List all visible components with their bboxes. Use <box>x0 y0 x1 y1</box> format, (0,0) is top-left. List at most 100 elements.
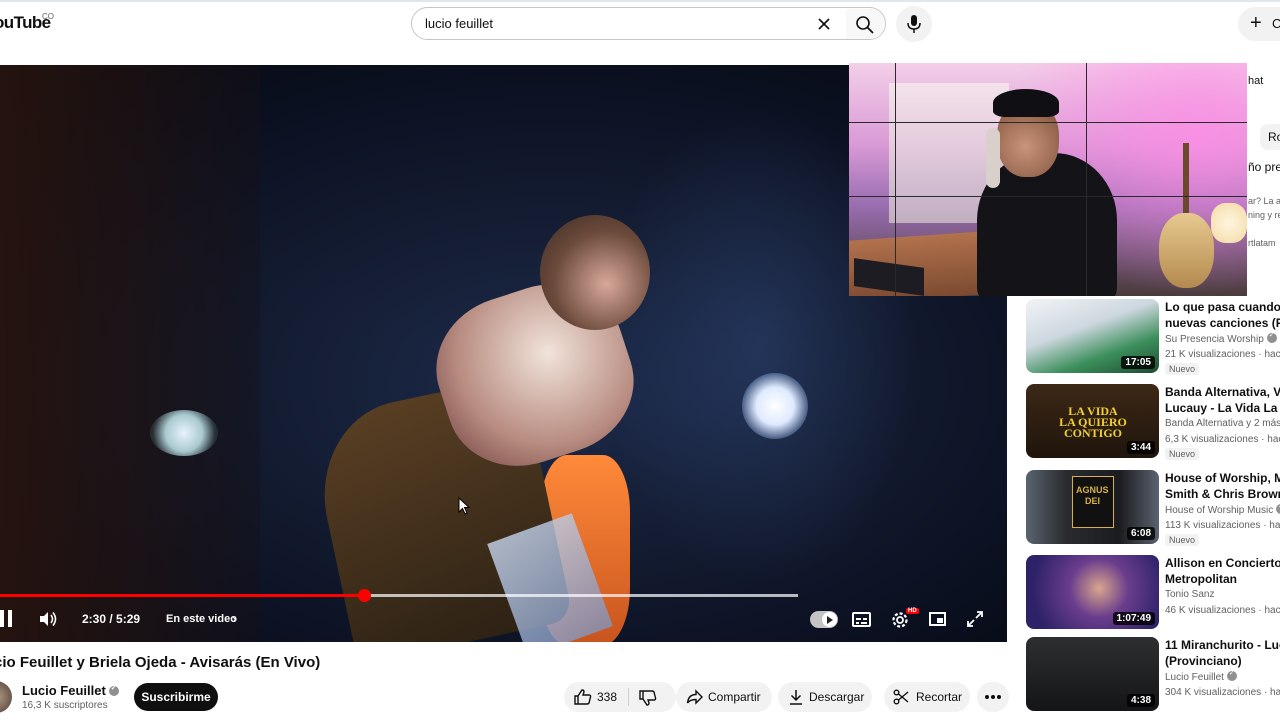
download-button[interactable]: Descargar <box>778 682 872 712</box>
miniplayer-button[interactable] <box>929 612 946 626</box>
chevron-right-icon: › <box>232 611 237 626</box>
new-badge: Nuevo <box>1165 363 1200 375</box>
video-duration: 6:08 <box>1126 527 1155 540</box>
autoplay-toggle[interactable] <box>810 611 838 628</box>
miniplayer-icon <box>937 618 943 623</box>
verified-icon <box>1266 331 1277 343</box>
video-duration: 4:38 <box>1126 694 1155 707</box>
recommendation-item[interactable]: 1:07:49 Allison en Concierto enMetropoli… <box>1026 555 1280 631</box>
webcam-guitar <box>1159 213 1214 288</box>
fullscreen-icon <box>967 611 983 627</box>
recommendation-thumbnail[interactable]: 17:05 <box>1026 299 1159 373</box>
recommendation-thumbnail[interactable]: 1:07:49 <box>1026 555 1159 629</box>
channel-name[interactable]: Lucio Feuillet <box>22 683 119 698</box>
clip-button[interactable]: Recortar <box>884 682 970 712</box>
webcam-guitar-neck <box>1183 143 1189 223</box>
recommendation-channel[interactable]: Lucio Feuillet <box>1165 669 1237 683</box>
share-button[interactable]: Compartir <box>676 682 772 712</box>
recommendation-thumbnail[interactable]: LA VIDA LA QUIERO CONTIGO 3:44 <box>1026 384 1159 458</box>
stage-spotlight-right <box>742 373 808 439</box>
stage-curtain <box>0 65 260 642</box>
recommendation-item[interactable]: AGNUS DEI 6:08 House of Worship, MichSmi… <box>1026 470 1280 546</box>
search-input[interactable]: lucio feuillet <box>425 16 493 31</box>
recommendation-channel[interactable]: Banda Alternativa y 2 más <box>1165 418 1280 429</box>
pause-button[interactable] <box>0 610 14 628</box>
plus-icon: + <box>1250 12 1262 34</box>
search-icon <box>856 16 874 34</box>
webcam-grid-line <box>849 196 1247 197</box>
recommendation-title[interactable]: Lo que pasa cuando granuevas canciones (… <box>1165 299 1280 331</box>
scissors-icon <box>893 689 909 705</box>
stage-spotlight-left <box>150 410 218 456</box>
webcam-person-cap <box>993 89 1059 117</box>
performer-head <box>540 215 650 330</box>
filter-chip-label: Ro <box>1268 130 1280 144</box>
download-label: Descargar <box>809 690 865 704</box>
recommendation-views: 113 K visualizaciones · hac <box>1165 520 1280 531</box>
share-icon <box>686 689 703 705</box>
recommendation-channel[interactable]: Tonio Sanz <box>1165 589 1214 600</box>
create-button[interactable]: + C <box>1238 7 1280 41</box>
recommendation-title[interactable]: Allison en Concierto enMetropolitan <box>1165 555 1280 587</box>
webcam-grid-line <box>895 63 896 296</box>
dislike-icon[interactable] <box>639 690 657 706</box>
more-actions-button[interactable] <box>977 682 1009 712</box>
progress-bar[interactable] <box>0 589 798 602</box>
logo-country-code: CO <box>42 12 54 21</box>
new-badge: Nuevo <box>1165 534 1200 546</box>
recommendation-item[interactable]: 4:38 11 Miranchurito - Lucio(Provinciano… <box>1026 637 1280 713</box>
recommendation-thumbnail[interactable]: 4:38 <box>1026 637 1159 711</box>
fullscreen-button[interactable] <box>966 610 984 633</box>
video-title: cio Feuillet y Briela Ojeda - Avisarás (… <box>0 654 321 671</box>
autoplay-play-icon <box>822 612 837 627</box>
subscribe-button[interactable]: Suscribirme <box>134 683 218 711</box>
new-badge: Nuevo <box>1165 448 1200 460</box>
youtube-watch-page: ouTube CO lucio feuillet + C hat Ro ño p… <box>0 0 1280 720</box>
microphone-icon <box>907 15 921 33</box>
sidebar-text-fragment-2: ar? La a <box>1248 196 1280 206</box>
sidebar-text-fragment-4: rtlatam <box>1248 238 1276 248</box>
like-dislike-group: 338 <box>564 682 676 712</box>
clear-search-icon[interactable] <box>814 14 834 34</box>
like-icon[interactable] <box>574 689 592 705</box>
webcam-overlay <box>849 63 1247 296</box>
progress-played <box>0 594 364 597</box>
share-label: Compartir <box>708 690 761 704</box>
album-cover: AGNUS DEI <box>1072 476 1114 528</box>
top-border <box>0 0 1280 2</box>
channel-avatar[interactable] <box>0 681 12 713</box>
webcam-grid-line <box>849 122 1247 123</box>
recommendation-thumbnail[interactable]: AGNUS DEI 6:08 <box>1026 470 1159 544</box>
video-duration: 3:44 <box>1126 441 1155 454</box>
recommendation-title[interactable]: Banda Alternativa, VaesLucauy - La Vida … <box>1165 384 1280 416</box>
clip-label: Recortar <box>916 690 963 704</box>
chapters-button[interactable]: En este video <box>166 613 237 625</box>
recommendation-views: 46 K visualizaciones · hace <box>1165 605 1280 616</box>
progress-scrubber-handle[interactable] <box>357 589 371 602</box>
time-display: 2:30 / 5:29 <box>82 612 141 626</box>
sidebar-text-fragment-1: ño pren <box>1248 160 1280 174</box>
filter-chip[interactable]: Ro <box>1260 124 1280 150</box>
subtitles-button[interactable] <box>852 612 871 627</box>
webcam-microphone <box>986 128 1000 188</box>
webcam-lamp <box>1211 203 1247 243</box>
volume-icon <box>40 612 57 626</box>
voice-search-button[interactable] <box>896 6 932 42</box>
recommendation-item[interactable]: 17:05 Lo que pasa cuando granuevas canci… <box>1026 299 1280 375</box>
volume-button[interactable] <box>38 609 58 634</box>
search-box[interactable]: lucio feuillet <box>411 7 886 40</box>
recommendation-views: 21 K visualizaciones · hace <box>1165 349 1280 360</box>
recommendation-title[interactable]: House of Worship, MichSmith & Chris Brow… <box>1165 470 1280 502</box>
video-duration: 1:07:49 <box>1112 612 1155 625</box>
like-count: 338 <box>597 690 618 704</box>
search-button[interactable] <box>845 9 885 39</box>
webcam-grid-line <box>1086 63 1087 296</box>
thumbnail-text: LA VIDA LA QUIERO CONTIGO <box>1059 404 1127 440</box>
recommendation-channel[interactable]: Su Presencia Worship <box>1165 331 1277 345</box>
recommendation-item[interactable]: LA VIDA LA QUIERO CONTIGO 3:44 Banda Alt… <box>1026 384 1280 460</box>
recommendation-title[interactable]: 11 Miranchurito - Lucio(Provinciano) <box>1165 637 1280 669</box>
recommendation-channel[interactable]: House of Worship Music <box>1165 502 1280 516</box>
recommendation-views: 6,3 K visualizaciones · hace <box>1165 434 1280 445</box>
mouse-cursor-icon <box>458 497 470 515</box>
verified-icon <box>1276 502 1280 514</box>
